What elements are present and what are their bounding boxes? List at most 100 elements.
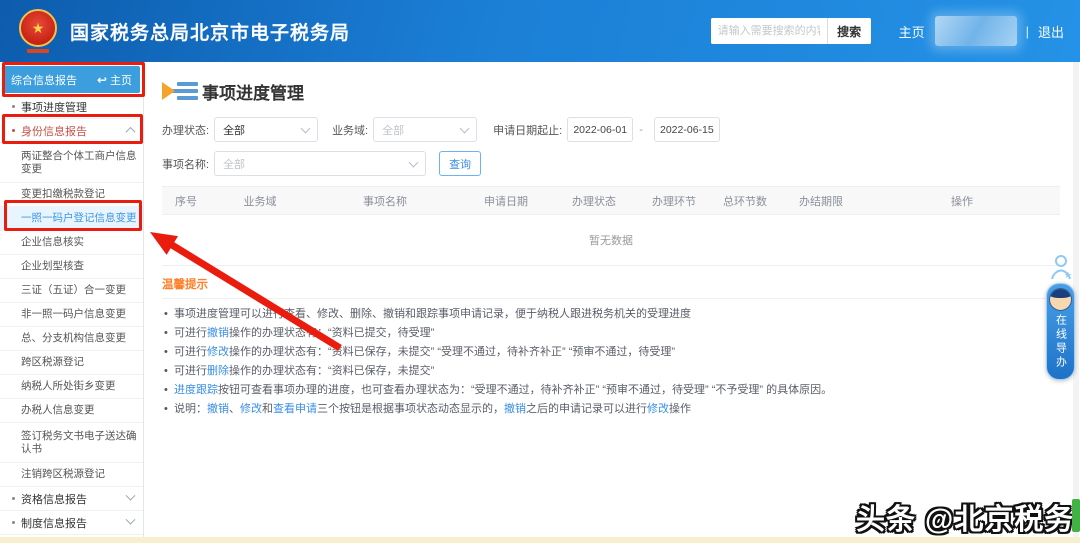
sidebar-item-label: 事项进度管理 bbox=[21, 101, 87, 114]
logout-link[interactable]: 退出 bbox=[1038, 22, 1064, 41]
sidebar-item[interactable]: 资格信息报告 bbox=[0, 487, 143, 511]
table-header-cell: 办理状态 bbox=[552, 186, 636, 215]
page-title-row: 事项进度管理 bbox=[162, 78, 1060, 104]
sidebar-item[interactable]: 企业划型核查 bbox=[0, 255, 143, 279]
table-header-cell: 总环节数 bbox=[712, 186, 778, 215]
sidebar-item-label: 注销跨区税源登记 bbox=[21, 468, 105, 480]
tip-link-text: 修改 bbox=[647, 403, 669, 415]
item-name-select[interactable]: 全部 bbox=[214, 151, 427, 176]
sidebar-item-label: 一照一码户登记信息变更 bbox=[21, 212, 137, 224]
table-header-cell: 办结期限 bbox=[778, 186, 864, 215]
main-content: 事项进度管理 办理状态: 全部 业务域: 全部 申请日期起止: 2022-06-… bbox=[145, 62, 1060, 421]
status-filter-label: 办理状态: bbox=[162, 124, 210, 137]
sidebar-item[interactable]: 一照一码户登记信息变更 bbox=[0, 207, 143, 231]
bullet-dot-icon bbox=[12, 521, 15, 524]
sidebar-item[interactable]: 注销跨区税源登记 bbox=[0, 463, 143, 487]
sidebar-item[interactable]: 跨区税源登记 bbox=[0, 351, 143, 375]
bullet-dot-icon bbox=[12, 129, 15, 132]
sidebar-item[interactable]: 制度信息报告 bbox=[0, 511, 143, 535]
tip-link-text: 撤销 bbox=[504, 403, 526, 415]
sidebar-home-button[interactable]: ↩ 主页 bbox=[97, 72, 132, 88]
search-box: 搜索 bbox=[710, 18, 871, 44]
tip-link-text: 撤销 bbox=[207, 327, 229, 339]
sidebar-item[interactable]: 变更扣缴税款登记 bbox=[0, 183, 143, 207]
sidebar-item[interactable]: 三证（五证）合一变更 bbox=[0, 279, 143, 303]
back-arrow-icon: ↩ bbox=[96, 72, 107, 87]
chevron-up-icon bbox=[125, 126, 136, 137]
tip-item: 说明：撤销、修改和查看申请三个按钮是根据事项状态动态显示的，撤销之后的申请记录可… bbox=[162, 402, 1060, 417]
search-input[interactable] bbox=[710, 18, 827, 44]
empty-state: 暂无数据 bbox=[162, 215, 1060, 266]
page-title: 事项进度管理 bbox=[202, 83, 304, 103]
chevron-down-icon bbox=[125, 514, 136, 525]
table-header-cell: 事项名称 bbox=[310, 186, 460, 215]
tip-item: 可进行撤销操作的办理状态有：“资料已提交，待受理” bbox=[162, 326, 1060, 341]
site-title: 国家税务总局北京市电子税务局 bbox=[70, 22, 351, 44]
home-link[interactable]: 主页 bbox=[899, 22, 925, 41]
query-button[interactable]: 查询 bbox=[439, 151, 482, 176]
tip-link-text: 修改 bbox=[240, 403, 262, 415]
table-header-cell: 申请日期 bbox=[460, 186, 552, 215]
sidebar-item-label: 三证（五证）合一变更 bbox=[21, 284, 126, 296]
star-icon: ★ bbox=[31, 20, 45, 36]
search-button[interactable]: 搜索 bbox=[826, 18, 871, 44]
sidebar-item-label: 企业信息核实 bbox=[21, 236, 84, 248]
domain-select[interactable]: 全部 bbox=[373, 117, 478, 142]
header-right: 搜索 主页 | 退出 bbox=[710, 16, 1064, 46]
chevron-down-icon bbox=[300, 123, 311, 133]
sidebar-item-label: 资格信息报告 bbox=[21, 493, 87, 506]
sidebar-item-label: 身份信息报告 bbox=[21, 125, 87, 138]
user-service-icon[interactable]: ★ bbox=[1050, 253, 1074, 281]
table-header-cell: 办理环节 bbox=[636, 186, 712, 215]
tip-link-text: 删除 bbox=[207, 365, 229, 377]
sidebar-item-label: 变更扣缴税款登记 bbox=[21, 188, 105, 200]
header-separator: | bbox=[1025, 23, 1029, 39]
tips-title: 温馨提示 bbox=[162, 276, 1060, 299]
chevron-down-icon bbox=[125, 490, 136, 501]
domain-filter-label: 业务域: bbox=[332, 124, 369, 137]
bottom-strip bbox=[0, 537, 1080, 543]
blurred-username bbox=[934, 16, 1017, 46]
status-select[interactable]: 全部 bbox=[214, 117, 319, 142]
date-from-input[interactable]: 2022-06-01 bbox=[567, 117, 634, 142]
online-guide-label: 在线导办 bbox=[1054, 314, 1067, 370]
sidebar-item[interactable]: 办税人信息变更 bbox=[0, 399, 143, 423]
tips-panel: 温馨提示 事项进度管理可以进行查看、修改、删除、撤销和跟踪事项申请记录，便于纳税… bbox=[162, 276, 1060, 417]
page: ★ 国家税务总局北京市电子税务局 搜索 主页 | 退出 综合信息报告 ↩ 主页 … bbox=[0, 0, 1080, 543]
online-guide-button[interactable]: 在线导办 bbox=[1046, 283, 1075, 380]
tip-item: 可进行删除操作的办理状态有：“资料已保存，未提交” bbox=[162, 364, 1060, 379]
sidebar: 综合信息报告 ↩ 主页 事项进度管理 身份信息报告两证整合个体工商户信息变更变更扣… bbox=[0, 62, 144, 543]
sidebar-home-label: 主页 bbox=[110, 74, 132, 87]
bullet-dot-icon bbox=[12, 497, 15, 500]
tips-list: 事项进度管理可以进行查看、修改、删除、撤销和跟踪事项申请记录，便于纳税人跟进税务… bbox=[162, 307, 1060, 417]
sidebar-item-label: 企业划型核查 bbox=[21, 260, 84, 272]
sidebar-item[interactable]: 事项进度管理 bbox=[0, 95, 143, 119]
sidebar-item-label: 总、分支机构信息变更 bbox=[21, 332, 126, 344]
date-range-label: 申请日期起止: bbox=[493, 124, 563, 137]
sidebar-item[interactable]: 身份信息报告 bbox=[0, 119, 143, 143]
sidebar-item[interactable]: 纳税人所处街乡变更 bbox=[0, 375, 143, 399]
sidebar-item-label: 纳税人所处街乡变更 bbox=[21, 380, 116, 392]
sidebar-item[interactable]: 两证整合个体工商户信息变更 bbox=[0, 143, 143, 183]
table-header-cell: 业务域 bbox=[210, 186, 310, 215]
sidebar-item[interactable]: 企业信息核实 bbox=[0, 231, 143, 255]
watermark-text: 头条 @北京税务 bbox=[856, 504, 1075, 536]
sidebar-item-label: 两证整合个体工商户信息变更 bbox=[21, 149, 137, 175]
sidebar-item-label: 跨区税源登记 bbox=[21, 356, 84, 368]
results-table: 序号 业务域 事项名称 申请日期 办理状态 办理环节 总环节数 办结期限 操作 暂无数据 bbox=[162, 186, 1060, 266]
date-to-input[interactable]: 2022-06-15 bbox=[653, 117, 720, 142]
filter-bar: 办理状态: 全部 业务域: 全部 申请日期起止: 2022-06-01 - 20… bbox=[162, 117, 1060, 176]
bullet-dot-icon bbox=[12, 105, 15, 108]
sidebar-header[interactable]: 综合信息报告 ↩ 主页 bbox=[3, 66, 140, 93]
sidebar-item[interactable]: 签订税务文书电子送达确认书 bbox=[0, 423, 143, 463]
tip-link-text: 查看申请 bbox=[273, 403, 317, 415]
sidebar-item[interactable]: 总、分支机构信息变更 bbox=[0, 327, 143, 351]
sidebar-item-label: 办税人信息变更 bbox=[21, 404, 95, 416]
table-header-row: 序号 业务域 事项名称 申请日期 办理状态 办理环节 总环节数 办结期限 操作 bbox=[162, 186, 1060, 215]
green-strip bbox=[1072, 499, 1080, 532]
tip-item: 可进行修改操作的办理状态有：“资料已保存，未提交” “受理不通过，待补齐补正” … bbox=[162, 345, 1060, 360]
mascot-avatar-icon bbox=[1049, 288, 1072, 311]
sidebar-item[interactable]: 非一照一码户信息变更 bbox=[0, 303, 143, 327]
sidebar-item-label: 签订税务文书电子送达确认书 bbox=[21, 429, 137, 455]
tip-link-text: 撤销 bbox=[207, 403, 229, 415]
